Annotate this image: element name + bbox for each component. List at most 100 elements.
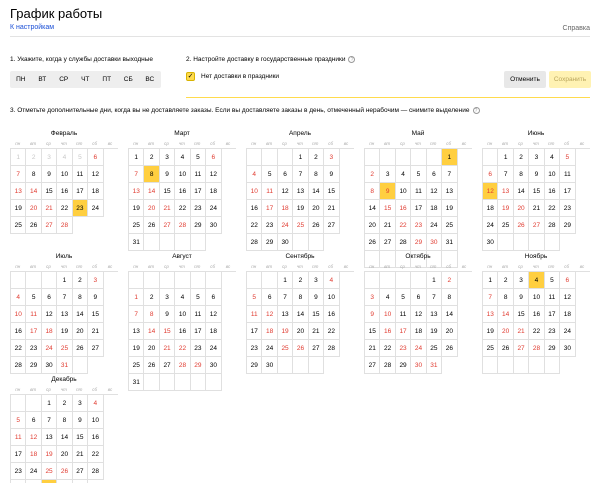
- day-cell[interactable]: 10: [324, 289, 340, 306]
- day-cell[interactable]: 17: [11, 446, 27, 463]
- day-cell[interactable]: 11: [247, 306, 263, 323]
- day-cell[interactable]: 26: [293, 340, 309, 357]
- day-cell[interactable]: 9: [159, 166, 176, 183]
- day-cell[interactable]: 8: [144, 306, 160, 323]
- day-cell[interactable]: 27: [513, 340, 530, 357]
- day-cell[interactable]: 9: [88, 289, 104, 306]
- day-cell[interactable]: 16: [175, 323, 191, 340]
- day-cell[interactable]: 27: [88, 340, 104, 357]
- day-cell[interactable]: 30: [262, 357, 278, 374]
- day-cell[interactable]: 12: [41, 306, 58, 323]
- day-cell[interactable]: 10: [529, 289, 545, 306]
- day-cell[interactable]: 3: [513, 272, 530, 289]
- day-cell[interactable]: 20: [144, 200, 160, 217]
- day-cell[interactable]: 9: [513, 289, 530, 306]
- day-cell[interactable]: 6: [483, 166, 499, 183]
- day-cell[interactable]: 27: [308, 340, 325, 357]
- day-cell[interactable]: 6: [26, 412, 42, 429]
- day-cell[interactable]: 16: [57, 183, 73, 200]
- day-cell[interactable]: 1: [11, 149, 27, 166]
- day-cell[interactable]: 24: [206, 340, 222, 357]
- day-cell[interactable]: 24: [262, 340, 278, 357]
- day-cell[interactable]: 19: [442, 200, 458, 217]
- day-cell[interactable]: 7: [57, 289, 73, 306]
- day-cell[interactable]: 29: [560, 217, 576, 234]
- day-cell[interactable]: 9: [41, 166, 58, 183]
- day-cell[interactable]: 24: [277, 217, 294, 234]
- day-cell[interactable]: 1: [41, 395, 58, 412]
- day-cell[interactable]: 17: [190, 183, 207, 200]
- day-cell[interactable]: 11: [560, 166, 576, 183]
- day-cell[interactable]: 28: [380, 357, 396, 374]
- day-cell[interactable]: 10: [57, 166, 73, 183]
- day-cell[interactable]: 31: [426, 357, 443, 374]
- day-cell[interactable]: 19: [277, 323, 294, 340]
- day-cell[interactable]: 23: [190, 200, 207, 217]
- day-cell[interactable]: 28: [88, 463, 104, 480]
- day-cell[interactable]: 31: [442, 234, 458, 251]
- day-cell[interactable]: 13: [442, 183, 458, 200]
- day-cell[interactable]: 11: [411, 183, 427, 200]
- day-cell[interactable]: 6: [411, 289, 427, 306]
- day-cell[interactable]: 13: [129, 323, 145, 340]
- day-cell[interactable]: 29: [247, 357, 263, 374]
- day-cell[interactable]: 2: [72, 272, 89, 289]
- day-cell[interactable]: 17: [544, 306, 561, 323]
- day-cell[interactable]: 2: [26, 149, 42, 166]
- day-cell[interactable]: 12: [26, 429, 42, 446]
- day-cell[interactable]: 21: [159, 340, 176, 357]
- day-cell[interactable]: 8: [498, 289, 514, 306]
- day-cell[interactable]: 22: [544, 200, 561, 217]
- weekday-button-fri[interactable]: ПТ: [96, 71, 118, 88]
- day-cell[interactable]: 29: [190, 357, 207, 374]
- day-cell[interactable]: 17: [262, 200, 278, 217]
- day-cell[interactable]: 19: [129, 200, 145, 217]
- day-cell[interactable]: 15: [513, 306, 530, 323]
- day-cell[interactable]: 18: [483, 200, 499, 217]
- day-cell[interactable]: 9: [380, 183, 396, 200]
- day-cell[interactable]: 23: [11, 463, 27, 480]
- day-cell[interactable]: 5: [11, 412, 27, 429]
- day-cell[interactable]: 16: [324, 306, 340, 323]
- day-cell[interactable]: 15: [72, 429, 89, 446]
- day-cell[interactable]: 15: [324, 183, 340, 200]
- day-cell[interactable]: 28: [529, 340, 545, 357]
- day-cell[interactable]: 24: [41, 340, 58, 357]
- day-cell[interactable]: 5: [247, 289, 263, 306]
- day-cell[interactable]: 4: [544, 149, 561, 166]
- day-cell[interactable]: 7: [11, 166, 27, 183]
- back-to-settings-link[interactable]: К настройкам: [10, 24, 54, 31]
- day-cell[interactable]: 14: [293, 306, 309, 323]
- day-cell[interactable]: 25: [277, 340, 294, 357]
- day-cell[interactable]: 8: [26, 166, 42, 183]
- day-cell[interactable]: 5: [26, 289, 42, 306]
- day-cell[interactable]: 31: [129, 374, 145, 391]
- day-cell[interactable]: 12: [88, 166, 104, 183]
- day-cell[interactable]: 15: [159, 183, 176, 200]
- day-cell[interactable]: 23: [26, 340, 42, 357]
- day-cell[interactable]: 28: [175, 357, 191, 374]
- weekday-button-mon[interactable]: ПН: [10, 71, 32, 88]
- day-cell[interactable]: 18: [88, 183, 104, 200]
- day-cell[interactable]: 30: [411, 357, 427, 374]
- day-cell[interactable]: 1: [498, 149, 514, 166]
- day-cell[interactable]: 29: [411, 234, 427, 251]
- day-cell[interactable]: 24: [88, 200, 104, 217]
- day-cell[interactable]: 13: [426, 306, 443, 323]
- day-cell[interactable]: 17: [72, 183, 89, 200]
- day-cell[interactable]: 3: [324, 149, 340, 166]
- day-cell[interactable]: 6: [426, 166, 443, 183]
- day-cell[interactable]: 26: [57, 463, 73, 480]
- day-cell[interactable]: 15: [529, 183, 545, 200]
- day-cell[interactable]: 28: [11, 357, 27, 374]
- day-cell[interactable]: 11: [11, 429, 27, 446]
- day-cell[interactable]: 11: [262, 183, 278, 200]
- day-cell[interactable]: 1: [483, 272, 499, 289]
- day-cell[interactable]: 7: [41, 412, 58, 429]
- day-cell[interactable]: 20: [513, 200, 530, 217]
- day-cell[interactable]: 27: [529, 217, 545, 234]
- day-cell[interactable]: 6: [206, 289, 222, 306]
- day-cell[interactable]: 25: [442, 217, 458, 234]
- day-cell[interactable]: 25: [11, 217, 27, 234]
- day-cell[interactable]: 13: [11, 183, 27, 200]
